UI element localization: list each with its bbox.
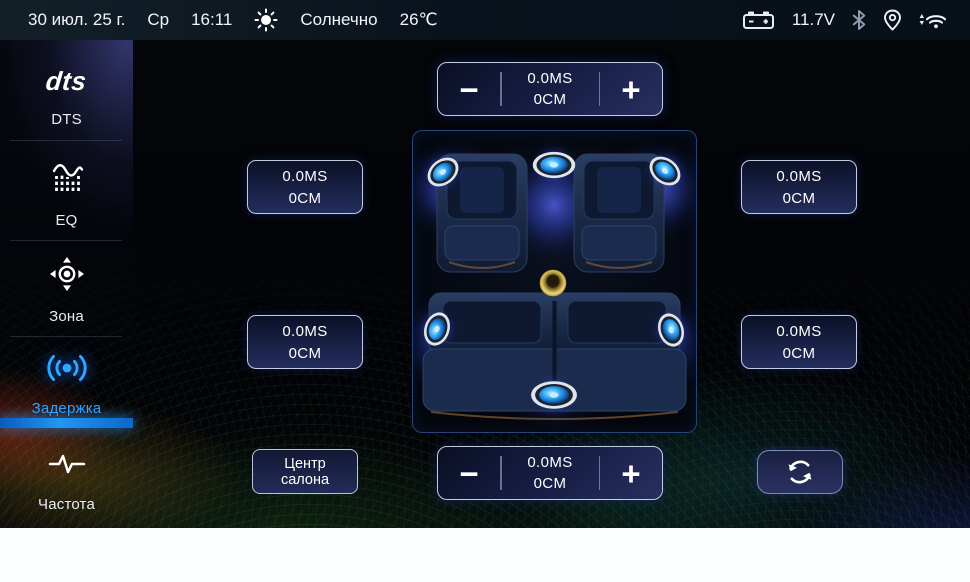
delay-cm-value: 0CM xyxy=(783,190,816,207)
dts-logo-icon: dts xyxy=(45,68,88,94)
delay-ms-value: 0.0MS xyxy=(776,323,821,340)
rear-center-delay-stepper: − 0.0MS 0CM + xyxy=(437,446,663,500)
front-right-delay-readout[interactable]: 0.0MS 0CM xyxy=(741,160,857,214)
rear-right-delay-readout[interactable]: 0.0MS 0CM xyxy=(741,315,857,369)
status-right-group: 11.7V xyxy=(742,9,970,31)
front-center-delay-minus-button[interactable]: − xyxy=(438,63,500,115)
sidebar-item-zone[interactable]: Зона xyxy=(0,254,133,325)
status-temperature: 26℃ xyxy=(400,10,438,30)
delay-cm-value: 0CM xyxy=(783,345,816,362)
status-weekday: Ср xyxy=(147,10,169,30)
status-voltage: 11.7V xyxy=(792,10,835,30)
delay-ms-value: 0.0MS xyxy=(527,454,572,471)
sidebar-item-label: Частота xyxy=(38,496,95,513)
front-center-delay-plus-button[interactable]: + xyxy=(600,63,662,115)
equalizer-icon xyxy=(48,158,86,196)
plus-icon: + xyxy=(621,73,640,106)
rear-center-delay-minus-button[interactable]: − xyxy=(438,447,500,499)
delay-ms-value: 0.0MS xyxy=(282,168,327,185)
rear-center-speaker xyxy=(531,381,577,409)
delay-ms-value: 0.0MS xyxy=(527,70,572,87)
sun-icon xyxy=(254,8,278,32)
sidebar-item-eq[interactable]: EQ xyxy=(0,158,133,229)
sidebar-item-label: Задержка xyxy=(32,400,102,417)
reset-icon xyxy=(786,458,814,486)
location-icon xyxy=(883,9,902,31)
front-center-speaker xyxy=(533,152,576,178)
car-battery-icon xyxy=(742,9,775,31)
sidebar-item-frequency[interactable]: Частота xyxy=(0,452,133,513)
delay-signal-icon xyxy=(45,348,89,388)
sidebar-item-delay[interactable]: Задержка xyxy=(0,348,133,417)
sidebar-item-dts[interactable]: dts DTS xyxy=(0,68,133,128)
sidebar-divider xyxy=(10,240,122,241)
active-item-indicator xyxy=(0,418,133,428)
front-center-delay-value: 0.0MS 0CM xyxy=(502,63,599,115)
delay-cm-value: 0CM xyxy=(289,345,322,362)
sidebar-item-label: EQ xyxy=(55,212,77,229)
status-date: 30 июл. 25 г. xyxy=(28,10,125,30)
delay-cm-value: 0CM xyxy=(289,190,322,207)
front-left-delay-readout[interactable]: 0.0MS 0CM xyxy=(247,160,363,214)
status-bar: 30 июл. 25 г. Ср 16:11 Солнечно 26℃ xyxy=(0,0,970,40)
rear-center-delay-value: 0.0MS 0CM xyxy=(502,447,599,499)
delay-ms-value: 0.0MS xyxy=(776,168,821,185)
head-unit-screen: 30 июл. 25 г. Ср 16:11 Солнечно 26℃ xyxy=(0,0,970,582)
frequency-pulse-icon xyxy=(48,452,86,476)
sidebar: dts DTS EQ xyxy=(0,40,133,528)
front-center-delay-stepper: − 0.0MS 0CM + xyxy=(437,62,663,116)
reset-delays-button[interactable] xyxy=(757,450,843,494)
sidebar-divider xyxy=(10,140,122,141)
status-time: 16:11 xyxy=(191,10,232,30)
rear-center-delay-plus-button[interactable]: + xyxy=(600,447,662,499)
delay-ms-value: 0.0MS xyxy=(282,323,327,340)
delay-cm-value: 0CM xyxy=(534,475,567,492)
zone-target-icon xyxy=(47,254,87,294)
minus-icon: − xyxy=(459,73,478,106)
status-weather-text: Солнечно xyxy=(300,10,377,30)
dock-bar: ♫ xyxy=(0,528,970,582)
rear-left-delay-readout[interactable]: 0.0MS 0CM xyxy=(247,315,363,369)
cabin-center-button[interactable]: Центр салона xyxy=(252,449,358,494)
plus-icon: + xyxy=(621,457,640,490)
minus-icon: − xyxy=(459,457,478,490)
bluetooth-icon xyxy=(852,10,866,30)
wifi-icon xyxy=(919,10,948,30)
sidebar-item-label: Зона xyxy=(49,308,84,325)
cabin-center-label: Центр салона xyxy=(259,456,351,488)
delay-cm-value: 0CM xyxy=(534,91,567,108)
cabin-speaker-map xyxy=(412,130,697,433)
sidebar-divider xyxy=(10,336,122,337)
status-left-group: 30 июл. 25 г. Ср 16:11 Солнечно 26℃ xyxy=(0,8,438,32)
sidebar-item-label: DTS xyxy=(51,111,82,128)
